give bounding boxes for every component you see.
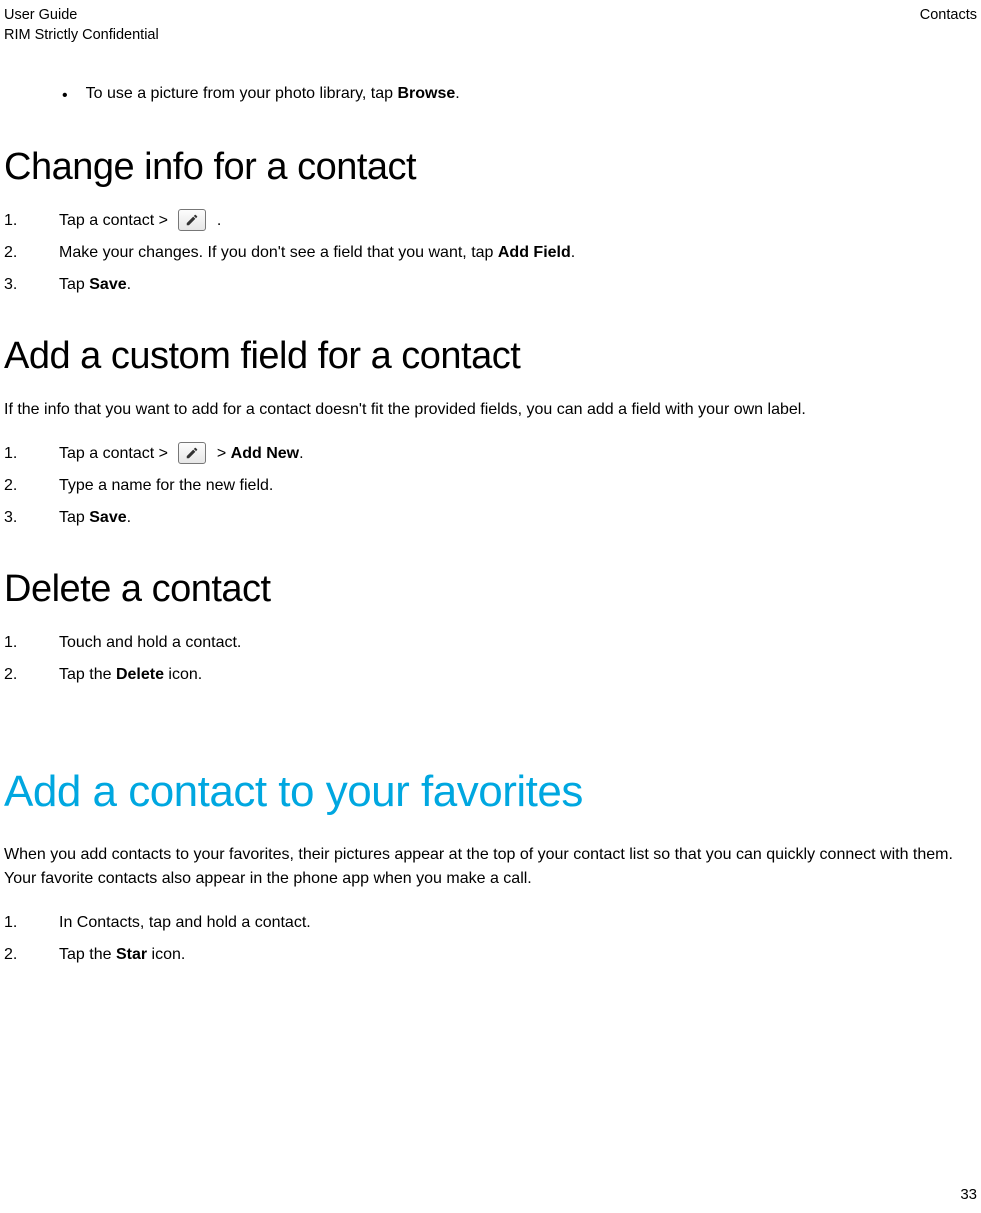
steps-custom-field: Tap a contact > > Add New. Type a name f… <box>4 442 977 530</box>
list-item: Tap Save. <box>4 506 977 530</box>
page-number: 33 <box>960 1186 977 1203</box>
text-fragment: To use a picture from your photo library… <box>86 85 398 102</box>
step-text: Tap a contact > . <box>59 209 221 233</box>
header-section: Contacts <box>920 6 977 45</box>
step-text: Touch and hold a contact. <box>59 631 241 655</box>
text-fragment: . <box>571 244 575 261</box>
text-fragment: . <box>212 212 221 229</box>
steps-delete-contact: Touch and hold a contact. Tap the Delete… <box>4 631 977 687</box>
step-text: Type a name for the new field. <box>59 474 273 498</box>
list-item: In Contacts, tap and hold a contact. <box>4 911 977 935</box>
step-text: In Contacts, tap and hold a contact. <box>59 911 311 935</box>
intro-bullet: • To use a picture from your photo libra… <box>62 85 977 107</box>
steps-add-favorite: In Contacts, tap and hold a contact. Tap… <box>4 911 977 967</box>
heading-custom-field: Add a custom field for a contact <box>4 335 977 378</box>
edit-icon <box>178 209 206 231</box>
list-item: Tap Save. <box>4 273 977 297</box>
bold-fragment: Save <box>89 276 126 293</box>
steps-change-info: Tap a contact > . Make your changes. If … <box>4 209 977 297</box>
list-item: Make your changes. If you don't see a fi… <box>4 241 977 265</box>
intro-bullet-text: To use a picture from your photo library… <box>86 85 460 107</box>
bold-fragment: Add New <box>231 445 299 462</box>
edit-icon <box>178 442 206 464</box>
list-item: Tap a contact > . <box>4 209 977 233</box>
header-doc-title: User Guide <box>4 6 159 26</box>
text-fragment: Tap a contact > <box>59 212 172 229</box>
bold-fragment: Save <box>89 509 126 526</box>
list-item: Type a name for the new field. <box>4 474 977 498</box>
bold-fragment: Browse <box>397 85 455 102</box>
page-header: User Guide RIM Strictly Confidential Con… <box>0 0 981 45</box>
list-item: Tap the Star icon. <box>4 943 977 967</box>
step-text: Tap the Delete icon. <box>59 663 202 687</box>
text-fragment: Tap <box>59 509 89 526</box>
text-fragment: Tap the <box>59 946 116 963</box>
text-fragment: . <box>127 276 131 293</box>
bullet-icon: • <box>62 85 68 107</box>
step-text: Tap Save. <box>59 506 131 530</box>
step-text: Tap a contact > > Add New. <box>59 442 304 466</box>
text-fragment: . <box>455 85 459 102</box>
step-text: Tap the Star icon. <box>59 943 185 967</box>
list-item: Tap a contact > > Add New. <box>4 442 977 466</box>
step-text: Tap Save. <box>59 273 131 297</box>
text-fragment: Tap <box>59 276 89 293</box>
text-fragment: . <box>299 445 303 462</box>
list-item: Tap the Delete icon. <box>4 663 977 687</box>
text-fragment: Make your changes. If you don't see a fi… <box>59 244 498 261</box>
bold-fragment: Star <box>116 946 147 963</box>
bold-fragment: Add Field <box>498 244 571 261</box>
text-fragment: . <box>127 509 131 526</box>
header-left: User Guide RIM Strictly Confidential <box>4 6 159 45</box>
page-content: • To use a picture from your photo libra… <box>0 45 981 966</box>
text-fragment: icon. <box>164 666 202 683</box>
intro-add-favorite: When you add contacts to your favorites,… <box>4 843 977 891</box>
heading-add-favorite: Add a contact to your favorites <box>4 767 977 817</box>
step-text: Make your changes. If you don't see a fi… <box>59 241 575 265</box>
text-fragment: Tap a contact > <box>59 445 172 462</box>
heading-change-info: Change info for a contact <box>4 146 977 189</box>
text-fragment: > <box>212 445 230 462</box>
header-confidential: RIM Strictly Confidential <box>4 26 159 46</box>
list-item: Touch and hold a contact. <box>4 631 977 655</box>
bold-fragment: Delete <box>116 666 164 683</box>
text-fragment: Tap the <box>59 666 116 683</box>
heading-delete-contact: Delete a contact <box>4 568 977 611</box>
intro-custom-field: If the info that you want to add for a c… <box>4 398 977 422</box>
text-fragment: icon. <box>147 946 185 963</box>
